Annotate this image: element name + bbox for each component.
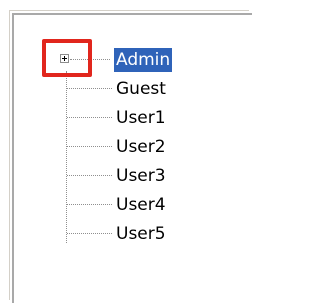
tree-connector-horizontal (67, 117, 112, 118)
tree-node-label-user4[interactable]: User4 (116, 192, 166, 218)
tree-node-label-user1[interactable]: User1 (116, 105, 166, 131)
tree-node-user3[interactable]: User3 (0, 163, 240, 189)
tree-node-user5[interactable]: User5 (0, 221, 240, 247)
tree-node-guest[interactable]: Guest (0, 76, 240, 102)
tree-node-user1[interactable]: User1 (0, 105, 240, 131)
tree-node-label-guest[interactable]: Guest (116, 76, 166, 102)
tree-connector-horizontal (67, 204, 112, 205)
tree-node-label-user3[interactable]: User3 (116, 163, 166, 189)
tree-connector-horizontal (67, 88, 112, 89)
tree-node-admin[interactable]: Admin (0, 47, 240, 73)
tree-connector-horizontal (67, 146, 112, 147)
user-tree: Admin Guest User1 User2 User3 User4 User… (0, 0, 240, 273)
tree-node-label-user5[interactable]: User5 (116, 221, 166, 247)
tree-node-label-user2[interactable]: User2 (116, 134, 166, 160)
tree-connector-horizontal (67, 233, 112, 234)
tree-node-user4[interactable]: User4 (0, 192, 240, 218)
tree-connector-horizontal (67, 175, 112, 176)
tree-node-label-admin[interactable]: Admin (114, 48, 173, 72)
annotation-highlight-box (42, 39, 92, 77)
tree-node-user2[interactable]: User2 (0, 134, 240, 160)
